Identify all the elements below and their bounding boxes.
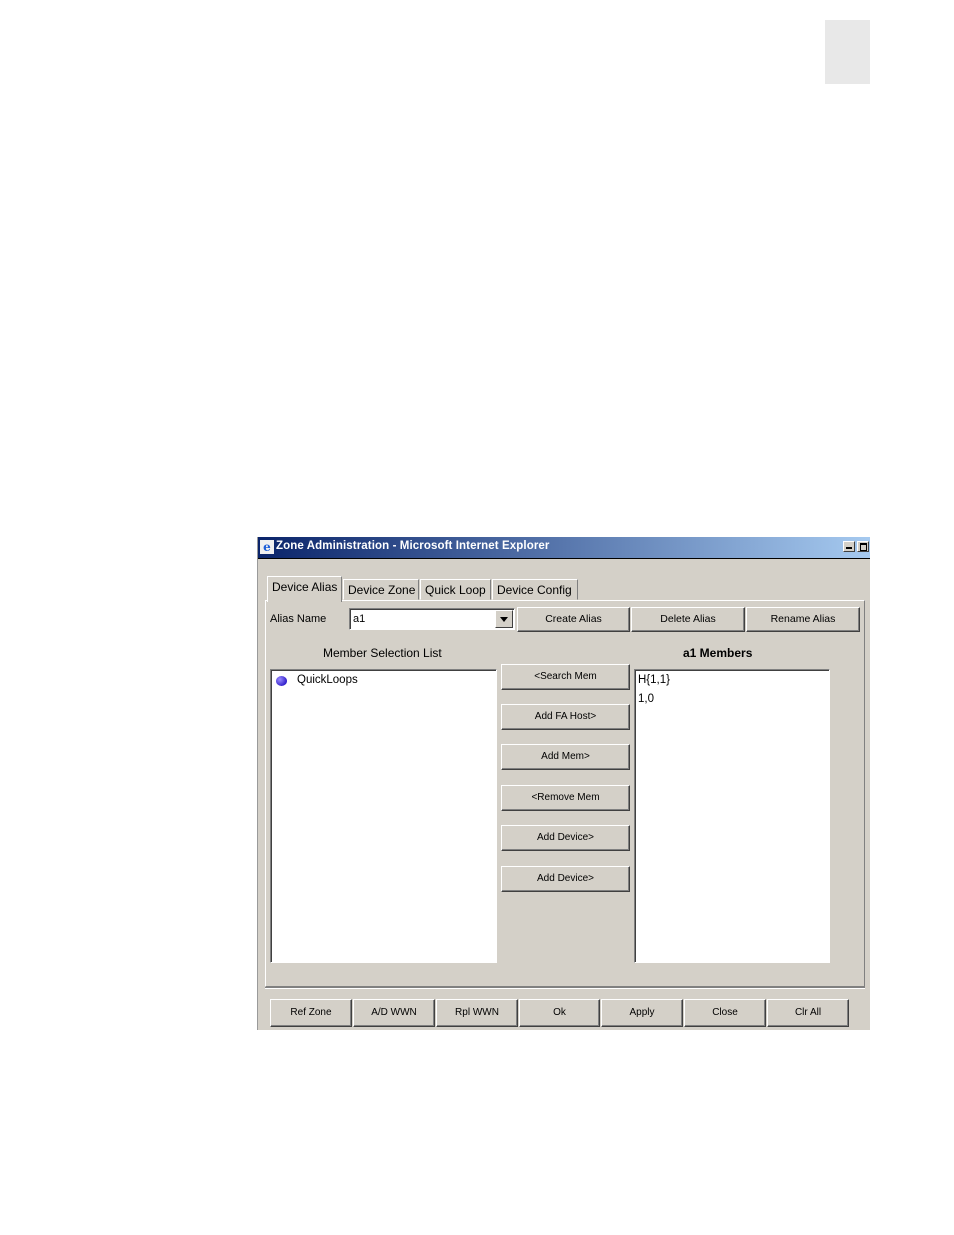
- alias-name-label: Alias Name: [270, 613, 327, 625]
- list-item[interactable]: H{1,1}: [638, 674, 670, 686]
- members-list[interactable]: H{1,1} 1,0: [634, 669, 830, 963]
- search-mem-button[interactable]: <Search Mem: [501, 664, 630, 690]
- add-device-button-1[interactable]: Add Device>: [501, 825, 630, 851]
- chevron-down-icon[interactable]: [495, 610, 513, 628]
- ok-button[interactable]: Ok: [519, 999, 600, 1027]
- minimize-icon[interactable]: [843, 541, 855, 552]
- delete-alias-button[interactable]: Delete Alias: [631, 607, 745, 632]
- tab-device-zone[interactable]: Device Zone: [343, 579, 419, 600]
- apply-button[interactable]: Apply: [601, 999, 683, 1027]
- member-selection-list[interactable]: QuickLoops: [270, 669, 497, 963]
- member-selection-heading: Member Selection List: [323, 646, 442, 660]
- alias-name-value: a1: [353, 613, 366, 625]
- add-device-button-2[interactable]: Add Device>: [501, 866, 630, 892]
- list-item[interactable]: 1,0: [638, 693, 654, 705]
- list-item[interactable]: QuickLoops: [276, 674, 476, 690]
- remove-mem-button[interactable]: <Remove Mem: [501, 785, 630, 811]
- tab-quick-loop[interactable]: Quick Loop: [420, 579, 491, 600]
- list-item-label: QuickLoops: [297, 674, 358, 686]
- rpl-wwn-button[interactable]: Rpl WWN: [436, 999, 518, 1027]
- close-button[interactable]: Close: [684, 999, 766, 1027]
- ie-logo-icon: e: [260, 540, 274, 554]
- ad-wwn-button[interactable]: A/D WWN: [353, 999, 435, 1027]
- blue-sphere-icon: [276, 676, 287, 686]
- title-bar[interactable]: e Zone Administration - Microsoft Intern…: [258, 537, 870, 558]
- bottom-divider: [265, 987, 865, 989]
- page-edge-tab: [825, 20, 870, 84]
- title-divider: [258, 558, 870, 559]
- window-title: Zone Administration - Microsoft Internet…: [276, 540, 550, 552]
- add-mem-button[interactable]: Add Mem>: [501, 744, 630, 770]
- members-heading: a1 Members: [683, 646, 753, 660]
- rename-alias-button[interactable]: Rename Alias: [746, 607, 860, 632]
- ref-zone-button[interactable]: Ref Zone: [270, 999, 352, 1027]
- alias-name-combo[interactable]: a1: [349, 608, 515, 630]
- tab-device-config[interactable]: Device Config: [492, 579, 578, 600]
- clr-all-button[interactable]: Clr All: [767, 999, 849, 1027]
- add-fa-host-button[interactable]: Add FA Host>: [501, 704, 630, 730]
- maximize-icon[interactable]: [857, 541, 869, 552]
- create-alias-button[interactable]: Create Alias: [517, 607, 630, 632]
- tab-device-alias[interactable]: Device Alias: [267, 576, 342, 602]
